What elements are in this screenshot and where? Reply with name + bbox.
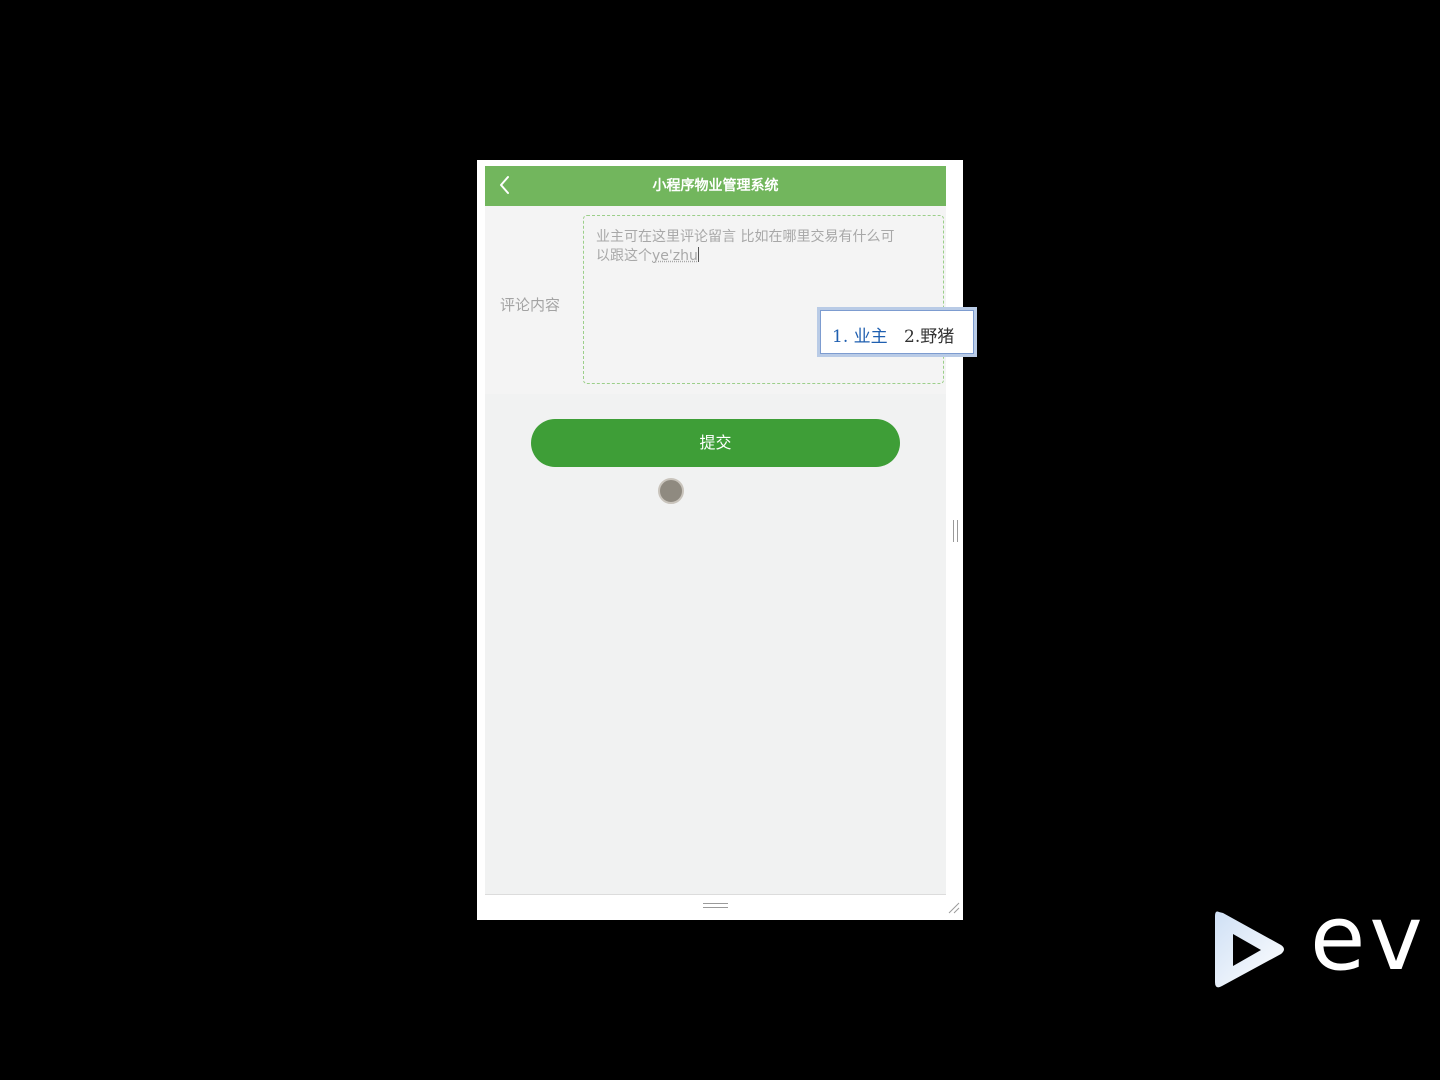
resize-grip-icon xyxy=(948,902,960,914)
text-caret xyxy=(697,247,699,262)
nav-bar: 小程序物业管理系统 xyxy=(485,166,946,206)
submit-button[interactable]: 提交 xyxy=(531,419,900,467)
comment-form-row: 评论内容 业主可在这里评论留言 比如在哪里交易有什么可以跟这个ye'zhu xyxy=(485,206,946,394)
play-logo-icon xyxy=(1205,902,1305,996)
ime-candidate-window: 1. 业主 2.野猪 xyxy=(817,307,977,357)
back-button[interactable] xyxy=(493,172,517,198)
corner-resize-handle[interactable] xyxy=(946,899,960,914)
ime-candidate-list: 1. 业主 2.野猪 xyxy=(820,310,974,354)
ime-candidate-text: 野猪 xyxy=(920,327,955,347)
comment-committed-text: 业主可在这里评论留言 比如在哪里交易有什么可以跟这个 xyxy=(596,229,895,264)
side-resize-handle[interactable] xyxy=(953,520,958,542)
ime-candidate-1[interactable]: 1. 业主 xyxy=(832,322,888,347)
watermark-text: ev xyxy=(1310,886,1427,991)
comment-textarea[interactable]: 业主可在这里评论留言 比如在哪里交易有什么可以跟这个ye'zhu xyxy=(583,215,944,384)
phone-simulator-frame: 小程序物业管理系统 评论内容 业主可在这里评论留言 比如在哪里交易有什么可以跟这… xyxy=(477,160,963,920)
ime-candidate-index: 1. xyxy=(832,327,849,347)
page-title: 小程序物业管理系统 xyxy=(652,178,779,194)
phone-screen: 小程序物业管理系统 评论内容 业主可在这里评论留言 比如在哪里交易有什么可以跟这… xyxy=(485,166,946,895)
bottom-resize-handle[interactable] xyxy=(703,903,728,908)
ime-candidate-index: 2. xyxy=(904,327,921,347)
ime-candidate-text: 业主 xyxy=(853,327,888,347)
ime-composing-text: ye'zhu xyxy=(652,248,698,264)
comment-label: 评论内容 xyxy=(500,296,561,314)
comment-text: 业主可在这里评论留言 比如在哪里交易有什么可以跟这个ye'zhu xyxy=(596,228,896,266)
ime-candidate-2[interactable]: 2.野猪 xyxy=(904,322,954,347)
chevron-left-icon xyxy=(500,176,509,194)
touch-dot-icon xyxy=(658,478,684,504)
